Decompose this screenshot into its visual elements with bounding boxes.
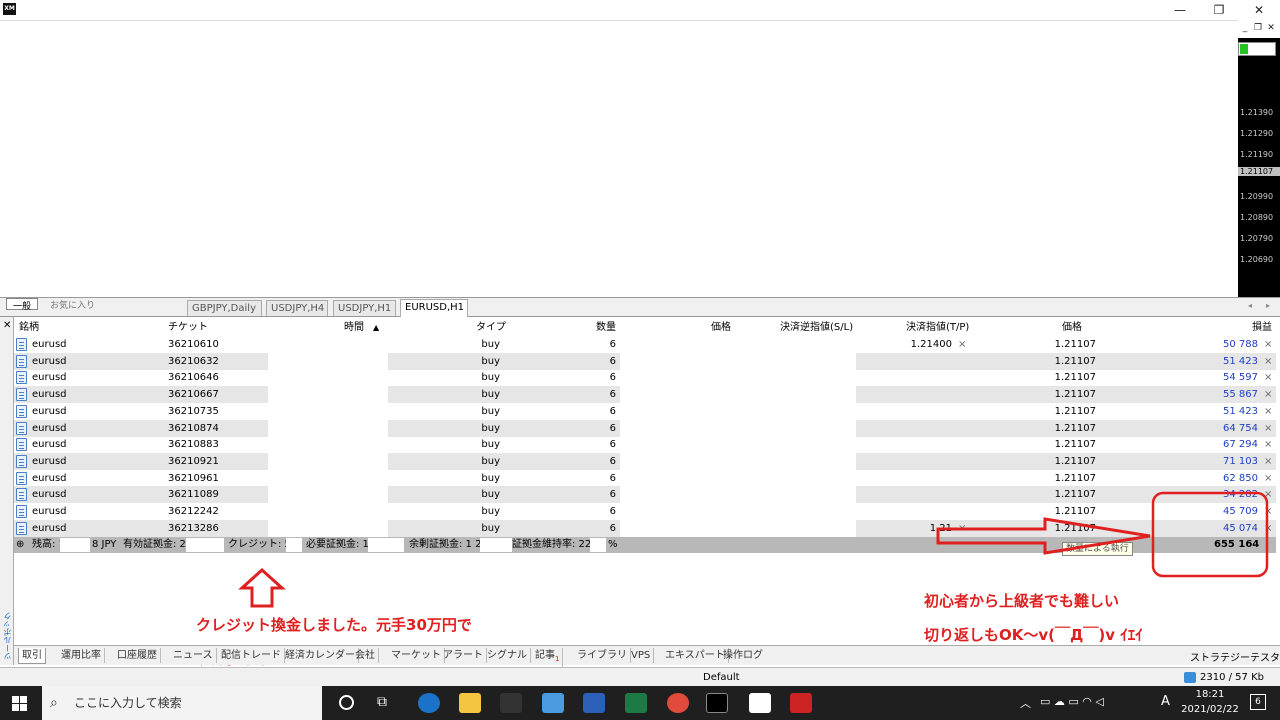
app-icon[interactable] — [500, 693, 522, 713]
clock-time[interactable]: 18:21 — [1182, 689, 1238, 700]
tab-calendar[interactable]: 経済カレンダー — [282, 648, 359, 663]
tab-articles-label: 記事 — [535, 650, 555, 661]
tab-signals[interactable]: シグナル — [484, 648, 531, 663]
right-arrow-annotation — [936, 517, 1151, 555]
chrome-icon[interactable] — [667, 693, 689, 713]
highlight-box-annotation — [1151, 491, 1269, 578]
taskbar-search-input[interactable]: ⌕ ここに入力して検索 — [42, 686, 322, 720]
tab-account-history[interactable]: 口座履歴 — [114, 648, 161, 663]
tab-news[interactable]: ニュース — [170, 648, 217, 663]
tab-company[interactable]: 会社 — [352, 648, 379, 663]
profile-name: Default — [703, 672, 740, 683]
windows-start-icon[interactable] — [12, 696, 27, 711]
clock-date[interactable]: 2021/02/22 — [1178, 704, 1242, 715]
search-icon: ⌕ — [50, 695, 58, 711]
tab-signals-trade[interactable]: 配信トレード — [218, 648, 285, 663]
annotation-text-4: 切り返しもOK〜v(￣Д￣)v ｲｴｲ — [924, 626, 1143, 644]
task-view-icon[interactable]: ⧉ — [377, 694, 387, 710]
traffic-status: 2310 / 57 Kb — [1200, 672, 1264, 683]
windows-taskbar: ⌕ ここに入力して検索 ⧉ ︿ ▭ ☁ ▭ ◠ ◁ A 18:21 2021/0… — [0, 686, 1280, 720]
xm-taskbar-icon[interactable] — [706, 693, 728, 713]
app2-icon[interactable] — [749, 693, 771, 713]
search-placeholder: ここに入力して検索 — [74, 696, 182, 710]
tab-exposure[interactable]: 運用比率 — [58, 648, 105, 663]
file-explorer-icon[interactable] — [459, 693, 481, 713]
connection-icon — [1184, 672, 1196, 683]
tab-vps[interactable]: VPS — [628, 648, 655, 663]
tab-journal[interactable]: 操作ログ — [720, 648, 766, 663]
terminal-tabs: 取引 運用比率 口座履歴 ニュース 配信トレード 経済カレンダー 会社 マーケッ… — [14, 645, 1280, 679]
excel-icon[interactable] — [625, 693, 647, 713]
up-arrow-annotation — [238, 567, 286, 608]
ime-indicator[interactable]: A — [1161, 694, 1170, 709]
tab-articles[interactable]: 記事1 — [532, 648, 564, 667]
notification-icon[interactable]: 6 — [1250, 694, 1266, 710]
tab-alerts[interactable]: アラート — [440, 648, 487, 663]
tab-experts[interactable]: エキスパート — [662, 648, 729, 663]
tab-library[interactable]: ライブラリ — [574, 648, 631, 663]
edge-icon[interactable] — [418, 693, 440, 713]
tab-trade[interactable]: 取引 — [18, 648, 46, 664]
cortana-icon[interactable] — [339, 695, 354, 710]
annotation-overlay — [238, 491, 1269, 608]
annotation-text-1: クレジット換金しました。元手30万円で — [196, 616, 472, 634]
mail-icon[interactable] — [542, 693, 564, 713]
tray-icons[interactable]: ▭ ☁ ▭ ◠ ◁ — [1040, 695, 1104, 708]
tray-chevron-icon[interactable]: ︿ — [1020, 695, 1031, 711]
status-bar: Default 2310 / 57 Kb — [0, 667, 1280, 686]
tab-market[interactable]: マーケット — [388, 648, 445, 663]
annotation-text-3: 初心者から上級者でも難しい — [924, 592, 1120, 610]
articles-badge: 1 — [555, 655, 560, 663]
word-icon[interactable] — [583, 693, 605, 713]
app3-icon[interactable] — [790, 693, 812, 713]
